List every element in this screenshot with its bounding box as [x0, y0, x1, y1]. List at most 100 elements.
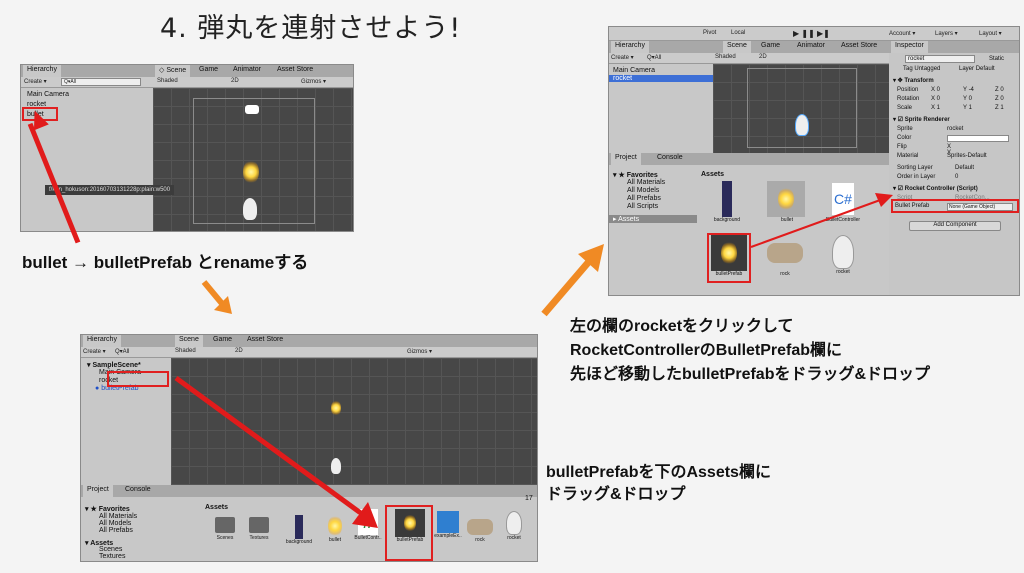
- account-dropdown[interactable]: Account ▾: [889, 30, 915, 37]
- scene-canvas[interactable]: [153, 88, 353, 231]
- asset-rocket[interactable]: rocket: [499, 511, 529, 541]
- 2d-toggle[interactable]: 2D: [231, 78, 239, 84]
- transform-position[interactable]: Position X 0Y -4 Z 0: [897, 87, 1019, 93]
- asset-rock[interactable]: rock: [465, 515, 495, 543]
- tab-project-2[interactable]: Project: [83, 485, 113, 497]
- flip-row[interactable]: Flip X Y: [897, 144, 951, 156]
- pivot-button[interactable]: Pivot: [703, 30, 716, 36]
- tab-hierarchy[interactable]: Hierarchy: [23, 65, 61, 77]
- hierarchy-item-main-camera[interactable]: Main Camera: [27, 91, 69, 98]
- hierarchy-item-rocket-3[interactable]: rocket: [609, 75, 713, 82]
- assets-header-3: Assets: [701, 171, 724, 178]
- local-button[interactable]: Local: [731, 30, 745, 36]
- transform-header[interactable]: ▾ ✥ Transform: [893, 77, 934, 84]
- shaded-dropdown[interactable]: Shaded: [157, 78, 178, 84]
- tab-game[interactable]: Game: [195, 65, 222, 77]
- create-button[interactable]: Create ▾: [24, 78, 47, 85]
- tag-dropdown[interactable]: Untagged: [914, 66, 940, 72]
- tab-asset-store-3[interactable]: Asset Store: [837, 41, 881, 53]
- fav-item-materials-2[interactable]: All Materials: [99, 513, 137, 520]
- object-name-field[interactable]: rocket: [905, 55, 975, 63]
- tab-game-3[interactable]: Game: [757, 41, 784, 53]
- tab-hierarchy-2[interactable]: Hierarchy: [83, 335, 121, 347]
- unity-window-1: Hierarchy Create ▾ Q▾All Main Camera roc…: [20, 64, 354, 232]
- slide-title: 4. 弾丸を連射させよう!: [160, 13, 462, 44]
- shaded-dropdown-3[interactable]: Shaded: [715, 54, 736, 60]
- 2d-toggle-2[interactable]: 2D: [235, 348, 243, 354]
- assets-folder-3[interactable]: ▸ Assets: [609, 215, 697, 223]
- tag-row: Tag Untagged: [903, 66, 941, 72]
- tab-project-3[interactable]: Project: [611, 153, 641, 165]
- tab-game-2[interactable]: Game: [209, 335, 236, 347]
- slide: 4. 弾丸を連射させよう! Hierarchy Create ▾ Q▾All M…: [0, 0, 1024, 573]
- bulletprefab-asset-highlight-3: [707, 233, 751, 283]
- static-toggle[interactable]: Static: [989, 56, 1004, 62]
- caption-drag-assets-1: bulletPrefabを下のAssets欄に: [546, 464, 771, 481]
- hierarchy-search-2[interactable]: Q▾All: [115, 348, 129, 355]
- create-button-2[interactable]: Create ▾: [83, 348, 106, 355]
- color-row[interactable]: Color: [897, 135, 1009, 142]
- rocket-sprite-3: [795, 114, 809, 136]
- tooltip: f/kan_hokuson:20160703131228p:plain:w500: [45, 185, 175, 195]
- scene-root[interactable]: ▾ SampleScene*: [87, 361, 141, 369]
- fav-item-materials-3[interactable]: All Materials: [627, 179, 665, 186]
- unity-window-3: Pivot Local ▶ ❚❚ ▶❚ Account ▾ Layers ▾ L…: [608, 26, 1020, 296]
- layout-dropdown[interactable]: Layout ▾: [979, 30, 1002, 37]
- gizmos-dropdown-2[interactable]: Gizmos ▾: [407, 348, 432, 355]
- order-row[interactable]: Order in Layer 0: [897, 174, 958, 180]
- favorites-2[interactable]: ▾ ★ Favorites: [85, 505, 130, 513]
- inspector-panel: Inspector rocket Static Tag Untagged Lay…: [889, 41, 1019, 295]
- create-button-3[interactable]: Create ▾: [611, 54, 634, 61]
- tab-console-3[interactable]: Console: [653, 153, 687, 165]
- material-row[interactable]: Material Sprites-Default: [897, 153, 987, 159]
- fav-item-models-3[interactable]: All Models: [627, 187, 659, 194]
- tab-inspector[interactable]: Inspector: [891, 41, 928, 53]
- bullet-prefab-highlight: [891, 199, 1019, 213]
- 2d-toggle-3[interactable]: 2D: [759, 54, 767, 60]
- fav-item-prefabs-3[interactable]: All Prefabs: [627, 195, 661, 202]
- asset-count: 17: [525, 495, 533, 502]
- folder-textures-2[interactable]: Textures: [99, 553, 125, 560]
- hierarchy-search[interactable]: Q▾All: [61, 78, 141, 86]
- tab-console-2[interactable]: Console: [121, 485, 155, 497]
- hierarchy-panel-3: Hierarchy Create ▾ Q▾All Main Camera roc…: [609, 41, 713, 153]
- fav-item-scripts-3[interactable]: All Scripts: [627, 203, 658, 210]
- transform-scale[interactable]: Scale X 1Y 1Z 1: [897, 105, 1019, 111]
- tab-asset-store[interactable]: Asset Store: [273, 65, 317, 77]
- rocket-controller-header[interactable]: ▾ ☑ Rocket Controller (Script): [893, 185, 978, 192]
- tab-animator[interactable]: Animator: [229, 65, 265, 77]
- fav-item-prefabs-2[interactable]: All Prefabs: [99, 527, 133, 534]
- layers-dropdown[interactable]: Layers ▾: [935, 30, 958, 37]
- asset-background-3[interactable]: background: [709, 181, 745, 223]
- asset-exampleex[interactable]: exampleEx..: [433, 511, 463, 539]
- hierarchy-search-3[interactable]: Q▾All: [647, 54, 661, 61]
- red-arrow-2: [172, 374, 392, 534]
- hierarchy-item-main-camera-3[interactable]: Main Camera: [613, 67, 655, 74]
- tab-scene-2[interactable]: Scene: [175, 335, 203, 347]
- transform-rotation[interactable]: Rotation X 0Y 0Z 0: [897, 96, 1019, 102]
- fav-item-models-2[interactable]: All Models: [99, 520, 131, 527]
- shaded-dropdown-2[interactable]: Shaded: [175, 348, 196, 354]
- folder-scenes-2[interactable]: Scenes: [99, 546, 122, 553]
- scene-canvas-3[interactable]: [713, 64, 889, 153]
- add-component-button[interactable]: Add Component: [909, 221, 1001, 231]
- favorites-3[interactable]: ▾ ★ Favorites: [613, 171, 658, 179]
- play-button[interactable]: ▶ ❚❚ ▶❚: [793, 29, 830, 38]
- bulletprefab-highlight-box: [107, 371, 169, 387]
- rocket-sprite: [243, 198, 257, 220]
- tab-asset-store-2[interactable]: Asset Store: [243, 335, 287, 347]
- sprite-renderer-header[interactable]: ▾ ☑ Sprite Renderer: [893, 116, 950, 123]
- tab-animator-3[interactable]: Animator: [793, 41, 829, 53]
- tab-hierarchy-3[interactable]: Hierarchy: [611, 41, 649, 53]
- tab-scene-3[interactable]: Scene: [723, 41, 751, 53]
- tab-scene[interactable]: ◇ Scene: [155, 65, 191, 77]
- camera-frame-3: [747, 68, 857, 148]
- hierarchy-panel-2: Hierarchy Create ▾ Q▾All ▾ SampleScene* …: [81, 335, 171, 485]
- caption-drag-assets-2: ドラッグ&ドロップ: [546, 486, 686, 503]
- layer-dropdown[interactable]: Default: [976, 66, 995, 72]
- sprite-row[interactable]: Sprite rocket: [897, 126, 963, 132]
- layer-row: Layer Default: [959, 66, 995, 72]
- sorting-row[interactable]: Sorting Layer Default: [897, 165, 974, 171]
- caption-click-1: 左の欄のrocketをクリックして: [570, 318, 794, 335]
- gizmos-dropdown[interactable]: Gizmos ▾: [301, 78, 326, 85]
